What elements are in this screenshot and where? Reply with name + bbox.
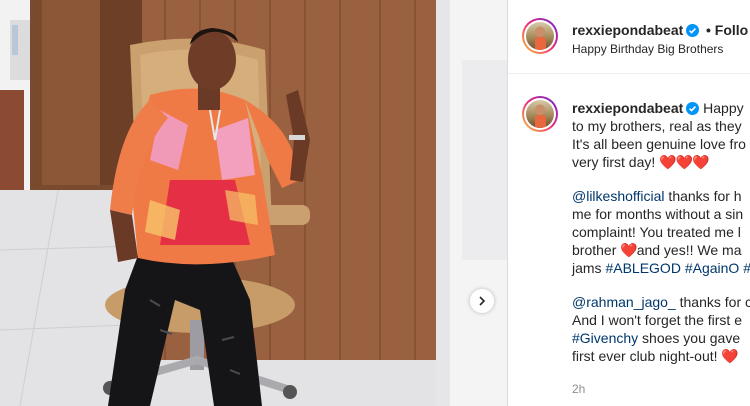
- caption-avatar[interactable]: [522, 96, 558, 132]
- chevron-right-icon: [479, 296, 486, 306]
- header-location[interactable]: Happy Birthday Big Brothers: [572, 42, 723, 56]
- header-username[interactable]: rexxiepondabeat: [572, 22, 683, 38]
- verified-badge-icon: [686, 24, 700, 37]
- header-username-row: rexxiepondabeat: [572, 22, 700, 40]
- caption-text: jams: [572, 260, 606, 276]
- hashtag-link[interactable]: #AgainO: [685, 260, 739, 276]
- caption-text: and yes!! We ma: [636, 242, 742, 258]
- caption-text: complaint! You treated me l: [572, 224, 741, 240]
- heart-emoji: ❤️: [721, 348, 738, 364]
- post-photo[interactable]: [0, 0, 507, 406]
- photo-image: [0, 0, 507, 406]
- heart-emoji: ❤️❤️❤️: [659, 154, 709, 170]
- post-timestamp[interactable]: 2h: [572, 382, 585, 396]
- post-header: rexxiepondabeat • Follo Happy Birthday B…: [508, 0, 750, 74]
- post-caption: rexxiepondabeat Happy to my brothers, re…: [572, 99, 750, 381]
- carousel-next-button[interactable]: [470, 289, 494, 313]
- caption-text: thanks for h: [664, 188, 742, 204]
- mention-link[interactable]: @rahman_jago_: [572, 294, 676, 310]
- caption-text: And I won't forget the first e: [572, 312, 742, 328]
- caption-text: It's all been genuine love fro: [572, 136, 746, 152]
- mention-link[interactable]: @lilkeshofficial: [572, 188, 665, 204]
- caption-text: shoes you gave: [638, 330, 741, 346]
- hashtag-link[interactable]: #: [743, 260, 750, 276]
- caption-text: very first day!: [572, 154, 656, 170]
- post-side-panel: rexxiepondabeat • Follo Happy Birthday B…: [507, 0, 750, 406]
- caption-text: brother: [572, 242, 621, 258]
- hashtag-link[interactable]: #Givenchy: [572, 330, 638, 346]
- header-avatar[interactable]: [522, 18, 558, 54]
- caption-paragraph-3: @rahman_jago_ thanks for c And I won't f…: [572, 293, 750, 365]
- caption-text: thanks for c: [675, 294, 750, 310]
- hashtag-link[interactable]: #ABLEGOD: [605, 260, 680, 276]
- follow-button[interactable]: • Follo: [706, 22, 748, 38]
- caption-text: to my brothers, real as they: [572, 118, 742, 134]
- caption-paragraph-1: rexxiepondabeat Happy to my brothers, re…: [572, 99, 750, 171]
- caption-text: Happy: [703, 100, 744, 116]
- caption-username[interactable]: rexxiepondabeat: [572, 100, 683, 116]
- verified-badge-icon: [686, 102, 700, 115]
- caption-text: me for months without a sin: [572, 206, 744, 222]
- caption-paragraph-2: @lilkeshofficial thanks for h me for mon…: [572, 187, 750, 277]
- caption-text: first ever club night-out!: [572, 348, 722, 364]
- heart-emoji: ❤️: [620, 242, 637, 258]
